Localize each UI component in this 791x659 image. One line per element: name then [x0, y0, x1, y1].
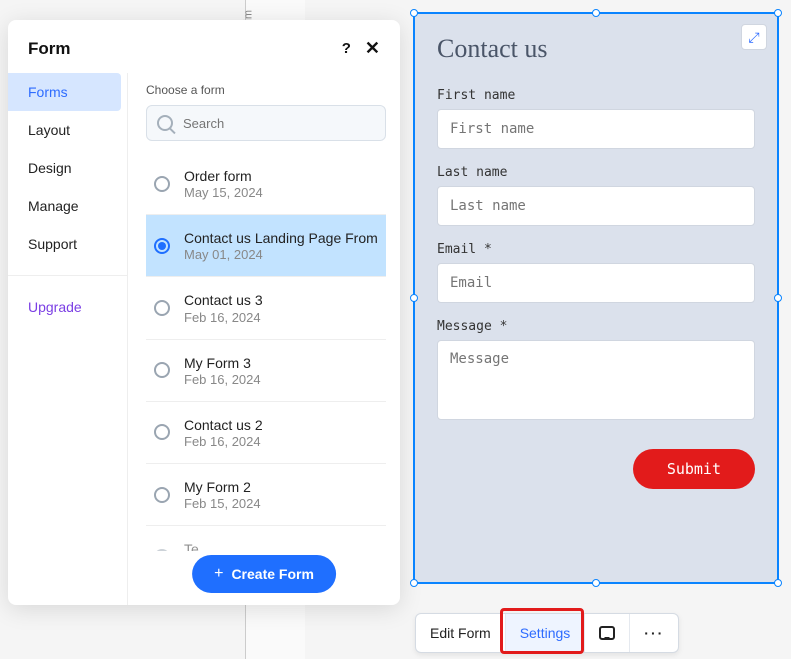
message-label: Message * [437, 319, 755, 334]
form-item[interactable]: Order form May 15, 2024 [146, 153, 386, 215]
resize-handle[interactable] [774, 294, 782, 302]
sidebar: Forms Layout Design Manage Support Upgra… [8, 73, 128, 605]
contact-form-title: Contact us [437, 34, 755, 64]
email-input[interactable] [437, 263, 755, 303]
email-label: Email * [437, 242, 755, 257]
form-item-date: May 01, 2024 [184, 247, 378, 262]
form-item-title: Contact us 2 [184, 416, 263, 434]
close-icon[interactable]: ✕ [365, 38, 380, 59]
form-item[interactable]: Contact us 3 Feb 16, 2024 [146, 277, 386, 339]
submit-button[interactable]: Submit [633, 449, 755, 489]
first-name-label: First name [437, 88, 755, 103]
edit-form-button[interactable]: Edit Form [416, 614, 506, 652]
form-item-date: Feb 16, 2024 [184, 310, 263, 325]
sidebar-item-manage[interactable]: Manage [8, 187, 127, 225]
panel-header: Form ? ✕ [8, 20, 400, 73]
radio-button[interactable] [154, 300, 170, 316]
search-input[interactable] [183, 116, 375, 131]
contact-form-preview[interactable]: ⤢ Contact us First name Last name Email … [413, 12, 779, 584]
resize-handle[interactable] [410, 579, 418, 587]
form-settings-panel: Form ? ✕ Forms Layout Design Manage Supp… [8, 20, 400, 605]
panel-content: Choose a form Order form May 15, 2024 Co… [128, 73, 400, 605]
form-item[interactable]: My Form 3 Feb 16, 2024 [146, 340, 386, 402]
resize-handle[interactable] [774, 579, 782, 587]
form-item-date: May 15, 2024 [184, 185, 263, 200]
form-item-date: Feb 15, 2024 [184, 496, 261, 511]
form-item[interactable]: Te Feb 14, 2024 [146, 526, 386, 551]
radio-button[interactable] [154, 238, 170, 254]
sidebar-item-design[interactable]: Design [8, 149, 127, 187]
form-item-title: My Form 3 [184, 354, 261, 372]
create-form-button[interactable]: + Create Form [192, 555, 336, 593]
sidebar-item-upgrade[interactable]: Upgrade [8, 288, 127, 326]
last-name-label: Last name [437, 165, 755, 180]
search-icon [157, 115, 173, 131]
resize-handle[interactable] [410, 9, 418, 17]
radio-button[interactable] [154, 362, 170, 378]
form-item-title: Contact us 3 [184, 291, 263, 309]
panel-title: Form [28, 39, 71, 59]
sidebar-item-forms[interactable]: Forms [8, 73, 121, 111]
first-name-input[interactable] [437, 109, 755, 149]
radio-button[interactable] [154, 487, 170, 503]
form-item-title: Te [184, 540, 261, 551]
search-box[interactable] [146, 105, 386, 141]
form-list[interactable]: Order form May 15, 2024 Contact us Landi… [146, 153, 386, 551]
sidebar-item-layout[interactable]: Layout [8, 111, 127, 149]
form-item-date: Feb 16, 2024 [184, 434, 263, 449]
sidebar-item-support[interactable]: Support [8, 225, 127, 263]
plus-icon: + [214, 565, 223, 583]
panel-header-actions: ? ✕ [342, 38, 380, 59]
expand-icon[interactable]: ⤢ [741, 24, 767, 50]
form-item-date: Feb 16, 2024 [184, 372, 261, 387]
more-button[interactable]: ··· [630, 614, 678, 652]
help-icon[interactable]: ? [342, 40, 351, 57]
message-textarea[interactable] [437, 340, 755, 420]
radio-button[interactable] [154, 549, 170, 551]
form-item[interactable]: Contact us Landing Page From May 01, 202… [146, 215, 386, 277]
comments-button[interactable] [585, 614, 630, 652]
form-item-title: My Form 2 [184, 478, 261, 496]
form-item-title: Contact us Landing Page From [184, 229, 378, 247]
element-toolbar: Edit Form Settings ··· [415, 613, 679, 653]
form-item-title: Order form [184, 167, 263, 185]
form-item[interactable]: Contact us 2 Feb 16, 2024 [146, 402, 386, 464]
resize-handle[interactable] [592, 579, 600, 587]
create-form-label: Create Form [231, 566, 313, 582]
panel-body: Forms Layout Design Manage Support Upgra… [8, 73, 400, 605]
chat-icon [599, 626, 615, 640]
resize-handle[interactable] [774, 9, 782, 17]
radio-button[interactable] [154, 176, 170, 192]
radio-button[interactable] [154, 424, 170, 440]
resize-handle[interactable] [592, 9, 600, 17]
settings-button[interactable]: Settings [506, 614, 586, 652]
divider [8, 275, 127, 276]
choose-form-label: Choose a form [146, 83, 386, 97]
resize-handle[interactable] [410, 294, 418, 302]
form-item[interactable]: My Form 2 Feb 15, 2024 [146, 464, 386, 526]
last-name-input[interactable] [437, 186, 755, 226]
